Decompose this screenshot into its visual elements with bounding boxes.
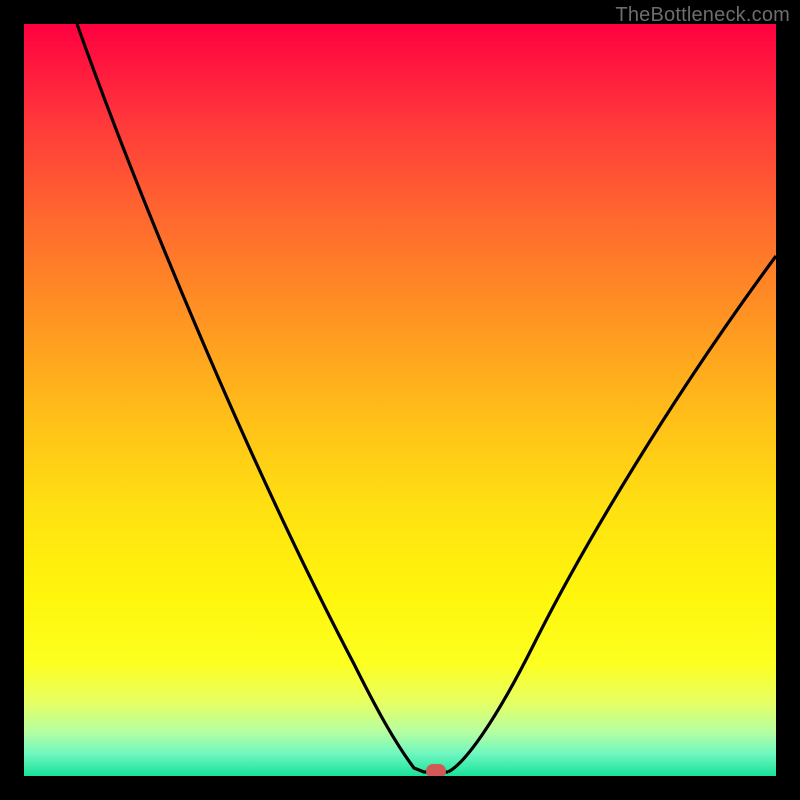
- plot-area: [24, 24, 776, 776]
- chart-frame: TheBottleneck.com: [0, 0, 800, 800]
- bottleneck-curve: [24, 24, 776, 776]
- optimum-marker: [426, 764, 446, 776]
- curve-right-branch: [448, 256, 776, 772]
- curve-left-branch: [77, 24, 448, 772]
